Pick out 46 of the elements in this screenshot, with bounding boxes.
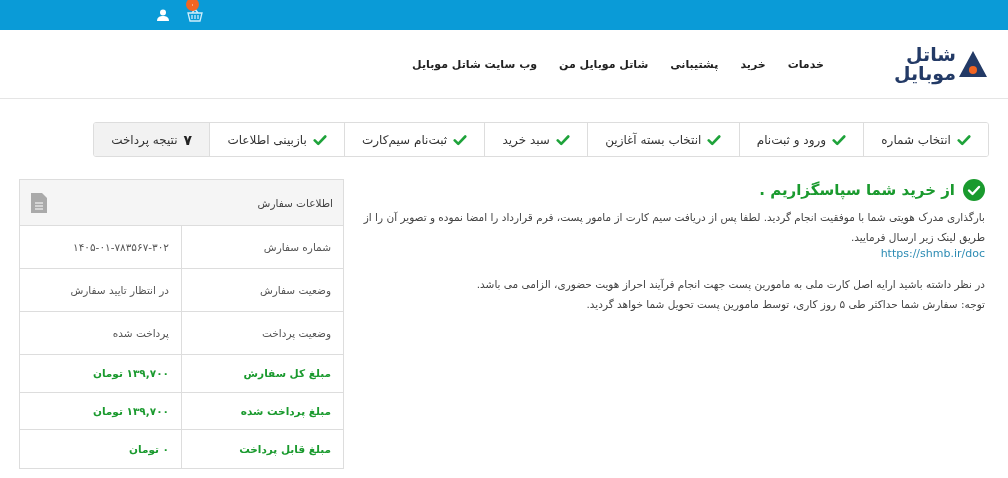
id-card-note: در نظر داشته باشید ارایه اصل کارت ملی به مامورین پست جهت انجام فرآیند احراز هویت حضوری، الزامی می باشد. xyxy=(475,277,985,293)
table-cell: مبلغ کل سفارش xyxy=(181,355,343,392)
check-icon xyxy=(555,132,570,147)
nav-link[interactable]: خدمات xyxy=(787,57,824,71)
step-number: ۷ xyxy=(183,131,193,148)
table-title: اطلاعات سفارش xyxy=(257,196,333,209)
table-cell: مبلغ پرداخت شده xyxy=(181,392,343,429)
step-tab[interactable]: انتخاب شماره xyxy=(863,123,988,156)
table-cell-text: پرداخت شده xyxy=(111,326,170,342)
table-cell: مبلغ قابل پرداخت xyxy=(181,430,343,468)
step-label: انتخاب شماره xyxy=(881,132,951,147)
table-cell-text: در انتظار تایید سفارش xyxy=(69,283,170,299)
delivery-note: توجه: سفارش شما حداکثر طی ۵ روز کاری، توسط مامورین پست تحویل شما خواهد گردید. xyxy=(585,297,985,313)
check-circle-icon xyxy=(963,179,985,201)
check-icon xyxy=(312,132,327,147)
table-cell-text: ۱۳۹,۷۰۰ تومان xyxy=(91,366,170,382)
nav-link[interactable]: شاتل موبایل من xyxy=(559,57,649,71)
table-cell-text: ۰ تومان xyxy=(128,441,170,458)
check-icon xyxy=(956,132,971,147)
table-cell: شماره سفارش xyxy=(181,226,343,268)
check-icon xyxy=(453,132,468,147)
basket-icon[interactable] xyxy=(187,8,203,22)
upload-message: بارگذاری مدرک هویتی شما با موفقیت انجام گردید. لطفا پس از دریافت سیم کارت از مامور پست، فرم قرارداد را امضا نموده و تصویر آن را از طریق لینک زیر ارسال فرمایید. xyxy=(362,210,985,246)
step-label: انتخاب بسته آغازین xyxy=(605,132,702,147)
nav-link[interactable]: خرید xyxy=(740,57,766,71)
logo-text: شاتل xyxy=(905,45,956,64)
table-cell: وضعیت سفارش xyxy=(181,269,343,311)
step-tab[interactable]: ۷ نتیجه پرداخت xyxy=(94,123,210,156)
table-cell: وضعیت پرداخت xyxy=(181,312,343,354)
document-icon xyxy=(30,191,48,214)
table-cell-text: ۱۴۰۵-۰۱-۷۸۳۵۶۷-۳۰۲ xyxy=(72,240,170,255)
step-label: سبد خرید xyxy=(502,132,550,147)
table-cell-text: ۱۳۹,۷۰۰ تومان xyxy=(91,403,170,420)
step-label: ثبت‌نام سیم‌کارت xyxy=(362,132,448,147)
check-icon xyxy=(707,132,722,147)
user-icon[interactable] xyxy=(157,9,169,21)
nav-link[interactable]: وب سایت شاتل موبایل xyxy=(412,57,538,71)
success-title: از خرید شما سپاسگزاریم . xyxy=(759,181,955,199)
nav-link[interactable]: پشتیبانی xyxy=(670,57,719,71)
step-label: نتیجه پرداخت xyxy=(111,132,178,147)
step-label: ورود و ثبت‌نام xyxy=(756,132,827,147)
triangle-logo-icon xyxy=(958,50,988,78)
logo-text: موبایل xyxy=(893,64,956,83)
step-label: بازبینی اطلاعات xyxy=(227,132,307,147)
check-icon xyxy=(832,132,847,147)
document-link[interactable]: https://shmb.ir/doc xyxy=(356,247,985,260)
